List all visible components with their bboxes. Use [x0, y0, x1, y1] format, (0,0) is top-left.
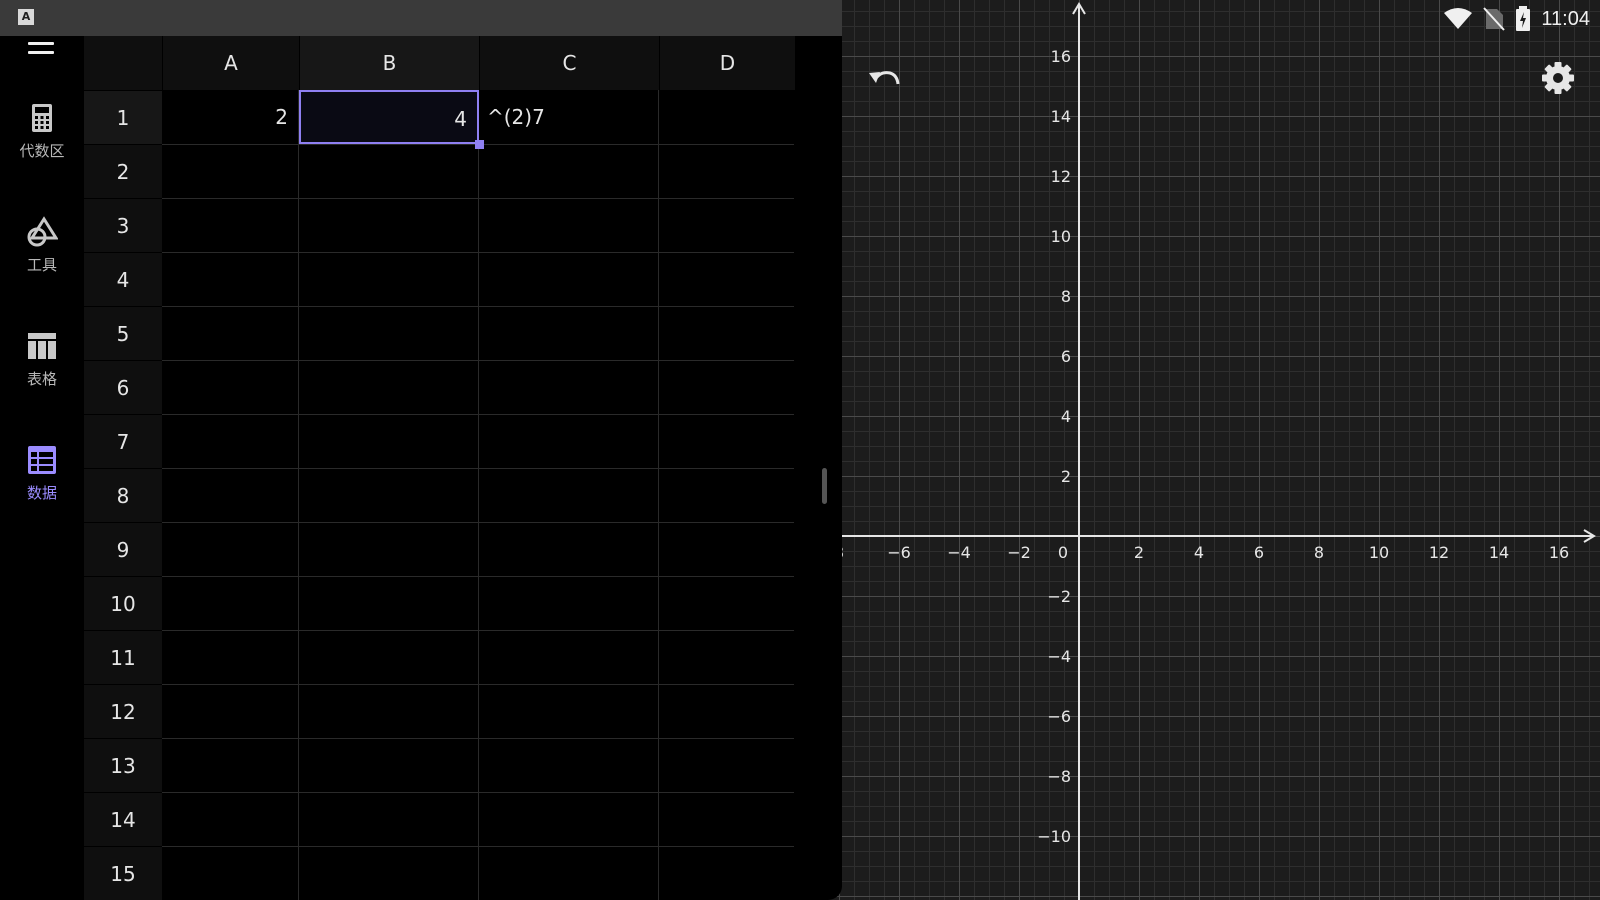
- row-header[interactable]: 10: [84, 576, 162, 630]
- sidebar-item-table[interactable]: 表格: [0, 330, 84, 420]
- calculator-icon: [32, 104, 52, 132]
- column-header-a[interactable]: A: [162, 36, 299, 90]
- x-axis-tick-label: −4: [947, 543, 971, 562]
- sidebar-item-label: 代数区: [19, 142, 65, 160]
- battery-icon: [1516, 6, 1531, 31]
- status-time: 11:04: [1541, 7, 1590, 30]
- y-axis-tick-label: 10: [1051, 227, 1071, 246]
- y-axis-tick-label: −8: [1047, 767, 1071, 786]
- panel-resize-handle[interactable]: [822, 468, 827, 504]
- x-axis-tick-label: 12: [1429, 543, 1449, 562]
- row-header[interactable]: 3: [84, 198, 162, 252]
- y-axis-tick-label: −2: [1047, 587, 1071, 606]
- y-axis-tick-label: 2: [1061, 467, 1071, 486]
- y-axis-tick-label: 12: [1051, 167, 1071, 186]
- x-axis-tick-label: 16: [1549, 543, 1569, 562]
- x-axis-tick-label: 2: [1134, 543, 1144, 562]
- x-axis-tick-label: 6: [1254, 543, 1264, 562]
- column-header-d[interactable]: D: [659, 36, 795, 90]
- column-header-c[interactable]: C: [479, 36, 659, 90]
- row-header[interactable]: 2: [84, 144, 162, 198]
- undo-icon[interactable]: [866, 64, 902, 94]
- y-axis-tick-label: −10: [1037, 827, 1071, 846]
- status-bar: A 11:04: [0, 0, 1600, 36]
- row-header[interactable]: 15: [84, 846, 162, 900]
- no-sim-icon: [1483, 7, 1506, 31]
- row-header[interactable]: 6: [84, 360, 162, 414]
- row-header[interactable]: 14: [84, 792, 162, 846]
- x-axis-tick-label: 14: [1489, 543, 1509, 562]
- x-axis-tick-label: −6: [887, 543, 911, 562]
- select-all-corner[interactable]: [84, 36, 162, 90]
- cell-a1[interactable]: 2: [162, 90, 298, 144]
- row-header[interactable]: 8: [84, 468, 162, 522]
- sidebar-item-algebra[interactable]: 代数区: [0, 102, 84, 192]
- row-header[interactable]: 12: [84, 684, 162, 738]
- spreadsheet-icon: [28, 446, 56, 474]
- wifi-icon: [1444, 8, 1473, 29]
- x-axis-tick-label: 4: [1194, 543, 1204, 562]
- column-header-b[interactable]: B: [299, 36, 479, 90]
- sidebar-item-label: 表格: [26, 370, 57, 388]
- y-axis-tick-label: 8: [1061, 287, 1071, 306]
- sidebar-item-data[interactable]: 数据: [0, 444, 84, 534]
- x-axis-tick-label: 10: [1369, 543, 1389, 562]
- x-axis-tick-label: 8: [1314, 543, 1324, 562]
- sidebar-item-tools[interactable]: 工具: [0, 216, 84, 306]
- cell-c1[interactable]: ^(2)7: [479, 90, 658, 144]
- sidebar-item-label: 工具: [26, 256, 57, 274]
- cell-b1-selected[interactable]: 4: [299, 90, 479, 144]
- left-panel: 代数区 工具 表格 数据 A B C D 1 2 3 4 5 6 7 8 9 1…: [0, 36, 842, 900]
- row-header[interactable]: 13: [84, 738, 162, 792]
- row-header[interactable]: 1: [84, 90, 162, 144]
- app-notification-icon: A: [18, 9, 34, 25]
- y-axis-tick-label: 14: [1051, 107, 1071, 126]
- x-axis-tick-label: −2: [1007, 543, 1031, 562]
- shapes-tool-icon: [27, 216, 58, 247]
- settings-gear-icon[interactable]: [1540, 60, 1576, 96]
- x-axis-tick-label: 0: [1058, 543, 1068, 562]
- row-header[interactable]: 4: [84, 252, 162, 306]
- y-axis-tick-label: 16: [1051, 47, 1071, 66]
- row-header[interactable]: 7: [84, 414, 162, 468]
- y-axis-tick-label: 4: [1061, 407, 1071, 426]
- row-header[interactable]: 5: [84, 306, 162, 360]
- sidebar-item-label: 数据: [26, 484, 57, 502]
- row-header[interactable]: 9: [84, 522, 162, 576]
- y-axis-tick-label: −4: [1047, 647, 1071, 666]
- menu-button[interactable]: [26, 36, 58, 63]
- row-header[interactable]: 11: [84, 630, 162, 684]
- y-axis-tick-label: −6: [1047, 707, 1071, 726]
- table-icon: [28, 333, 56, 359]
- spreadsheet: A B C D 1 2 3 4 5 6 7 8 9 10 11 12 13 14…: [84, 36, 808, 900]
- sidebar: 代数区 工具 表格 数据: [0, 36, 84, 900]
- y-axis-tick-label: 6: [1061, 347, 1071, 366]
